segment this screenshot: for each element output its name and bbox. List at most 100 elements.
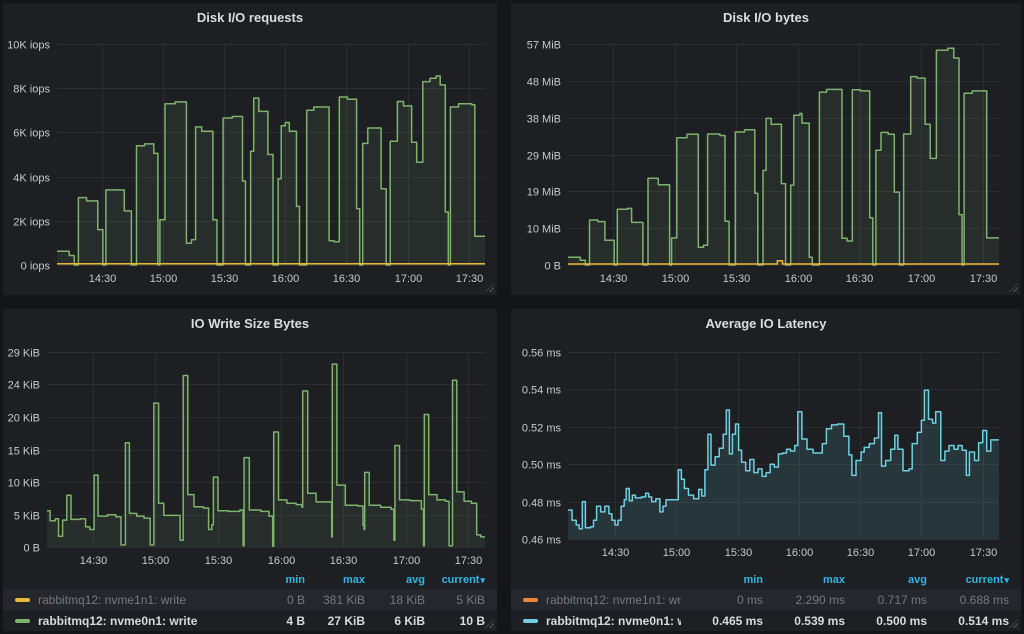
legend-sort-avg[interactable]: avg — [365, 574, 425, 586]
grafana-dashboard: Disk I/O requests 14:30 15:00 15:30 16:00 16… — [0, 0, 1024, 634]
panel-title-average-io-latency[interactable]: Average IO Latency — [511, 309, 1021, 337]
svg-text:14:30: 14:30 — [600, 273, 628, 285]
panel-disk-io-bytes: Disk I/O bytes 14:30 15:00 15:30 16:00 16:30… — [511, 3, 1021, 295]
series-color-swatch[interactable] — [523, 598, 538, 602]
svg-text:17:30: 17:30 — [970, 547, 998, 559]
svg-text:16:30: 16:30 — [847, 547, 875, 559]
svg-text:16:30: 16:30 — [846, 273, 874, 285]
sort-caret-icon: ▾ — [480, 575, 485, 585]
svg-text:15:30: 15:30 — [723, 273, 751, 285]
svg-text:16:30: 16:30 — [330, 555, 358, 567]
legend-max-value: 2.290 ms — [763, 593, 845, 607]
legend-min-value: 0.465 ms — [681, 614, 763, 628]
series-label[interactable]: rabbitmq12: nvme0n1: write — [546, 614, 681, 628]
svg-text:17:00: 17:00 — [395, 273, 423, 285]
svg-text:16:30: 16:30 — [333, 273, 361, 285]
svg-text:15:30: 15:30 — [211, 273, 239, 285]
series-color-swatch[interactable] — [15, 619, 30, 623]
legend-sort-max[interactable]: max — [305, 574, 365, 586]
svg-text:14:30: 14:30 — [89, 273, 117, 285]
panel-disk-io-requests: Disk I/O requests 14:3015:0015:3016:0016… — [3, 3, 497, 295]
disk-io-requests-chart[interactable]: 14:3015:0015:3016:0016:3017:0017:300 iop… — [3, 31, 497, 295]
legend: min max avg current▾ rabbitmq12: nvme1n1… — [3, 571, 497, 631]
legend-min-value: 0 ms — [681, 593, 763, 607]
series-color-swatch[interactable] — [15, 598, 30, 602]
legend-sort-current[interactable]: current▾ — [927, 574, 1009, 586]
panel-io-write-size-bytes: IO Write Size Bytes 14:30 15:00 15:30 16:00… — [3, 309, 497, 631]
legend-max-value: 381 KiB — [305, 593, 365, 607]
legend-current-value: 10 B — [425, 614, 485, 628]
svg-text:17:30: 17:30 — [455, 555, 483, 567]
panel-title-disk-io-requests[interactable]: Disk I/O requests — [3, 3, 497, 31]
svg-text:10K iops: 10K iops — [7, 40, 50, 52]
svg-text:17:00: 17:00 — [393, 555, 421, 567]
svg-text:48 MiB: 48 MiB — [527, 77, 561, 89]
svg-text:17:30: 17:30 — [970, 273, 998, 285]
panel-title-io-write-size-bytes[interactable]: IO Write Size Bytes — [3, 309, 497, 337]
legend-current-value: 5 KiB — [425, 593, 485, 607]
svg-text:10 KiB: 10 KiB — [8, 478, 40, 490]
legend-row-nvme1n1[interactable]: rabbitmq12: nvme1n1: write 0 B 381 KiB 1… — [3, 589, 497, 610]
legend-header: min max avg current▾ — [3, 571, 497, 589]
legend-sort-min[interactable]: min — [245, 574, 305, 586]
legend-avg-value: 6 KiB — [365, 614, 425, 628]
svg-text:15:00: 15:00 — [663, 547, 691, 559]
svg-text:15:00: 15:00 — [662, 273, 690, 285]
svg-text:2K iops: 2K iops — [13, 217, 50, 229]
sort-caret-icon: ▾ — [1004, 575, 1009, 585]
svg-text:0.52 ms: 0.52 ms — [522, 423, 562, 435]
legend-avg-value: 0.717 ms — [845, 593, 927, 607]
average-io-latency-chart[interactable]: 14:30 15:00 15:30 16:00 16:30 17:00 17:30 0.46 … — [511, 337, 1021, 571]
legend-min-value: 4 B — [245, 614, 305, 628]
legend-row-nvme0n1[interactable]: rabbitmq12: nvme0n1: write 4 B 27 KiB 6 … — [3, 610, 497, 631]
svg-text:0.48 ms: 0.48 ms — [522, 498, 562, 510]
legend-sort-min[interactable]: min — [681, 574, 763, 586]
svg-text:0.54 ms: 0.54 ms — [522, 385, 562, 397]
io-write-size-bytes-chart[interactable]: 14:30 15:00 15:30 16:00 16:30 17:00 17:30 0 B 5 … — [3, 337, 497, 571]
svg-text:6K iops: 6K iops — [13, 128, 50, 140]
series-color-swatch[interactable] — [523, 619, 538, 623]
svg-text:5 KiB: 5 KiB — [14, 511, 40, 523]
legend-min-value: 0 B — [245, 593, 305, 607]
series-label[interactable]: rabbitmq12: nvme1n1: write — [38, 593, 245, 607]
svg-text:57 MiB: 57 MiB — [527, 40, 561, 52]
svg-text:8K iops: 8K iops — [13, 84, 50, 96]
panel-average-io-latency: Average IO Latency 14:3015:0015:3016:001… — [511, 309, 1021, 631]
svg-text:17:30: 17:30 — [456, 273, 484, 285]
svg-text:16:00: 16:00 — [785, 273, 813, 285]
svg-text:0 iops: 0 iops — [21, 261, 51, 273]
svg-text:0.50 ms: 0.50 ms — [522, 460, 562, 472]
series-label[interactable]: rabbitmq12: nvme0n1: write — [38, 614, 245, 628]
svg-text:15:30: 15:30 — [725, 547, 753, 559]
svg-text:16:00: 16:00 — [268, 555, 296, 567]
svg-text:0.46 ms: 0.46 ms — [522, 535, 562, 547]
svg-text:16:00: 16:00 — [786, 547, 814, 559]
svg-text:15:30: 15:30 — [205, 555, 233, 567]
svg-text:20 KiB: 20 KiB — [8, 413, 40, 425]
svg-text:0 B: 0 B — [544, 261, 561, 273]
panel-title-disk-io-bytes[interactable]: Disk I/O bytes — [511, 3, 1021, 31]
legend-header: min max avg current▾ — [511, 571, 1021, 589]
disk-io-bytes-chart[interactable]: 14:30 15:00 15:30 16:00 16:30 17:00 17:30 0 B 10… — [511, 31, 1021, 295]
legend-row-nvme1n1[interactable]: rabbitmq12: nvme1n1: write 0 ms 2.290 ms… — [511, 589, 1021, 610]
svg-text:0.56 ms: 0.56 ms — [522, 348, 562, 360]
svg-text:15:00: 15:00 — [142, 555, 170, 567]
svg-text:38 MiB: 38 MiB — [527, 114, 561, 126]
legend-sort-avg[interactable]: avg — [845, 574, 927, 586]
svg-text:17:00: 17:00 — [908, 273, 936, 285]
legend-max-value: 0.539 ms — [763, 614, 845, 628]
svg-text:17:00: 17:00 — [908, 547, 936, 559]
svg-text:14:30: 14:30 — [602, 547, 630, 559]
series-label[interactable]: rabbitmq12: nvme1n1: write — [546, 593, 681, 607]
svg-text:10 MiB: 10 MiB — [527, 224, 561, 236]
legend-sort-max[interactable]: max — [763, 574, 845, 586]
legend-sort-current[interactable]: current▾ — [425, 574, 485, 586]
svg-text:29 KiB: 29 KiB — [8, 348, 40, 360]
svg-text:14:30: 14:30 — [80, 555, 108, 567]
svg-text:0 B: 0 B — [23, 543, 40, 555]
svg-text:16:00: 16:00 — [272, 273, 300, 285]
svg-text:4K iops: 4K iops — [13, 173, 50, 185]
svg-text:24 KiB: 24 KiB — [8, 380, 40, 392]
svg-text:19 MiB: 19 MiB — [527, 187, 561, 199]
legend-row-nvme0n1[interactable]: rabbitmq12: nvme0n1: write 0.465 ms 0.53… — [511, 610, 1021, 631]
